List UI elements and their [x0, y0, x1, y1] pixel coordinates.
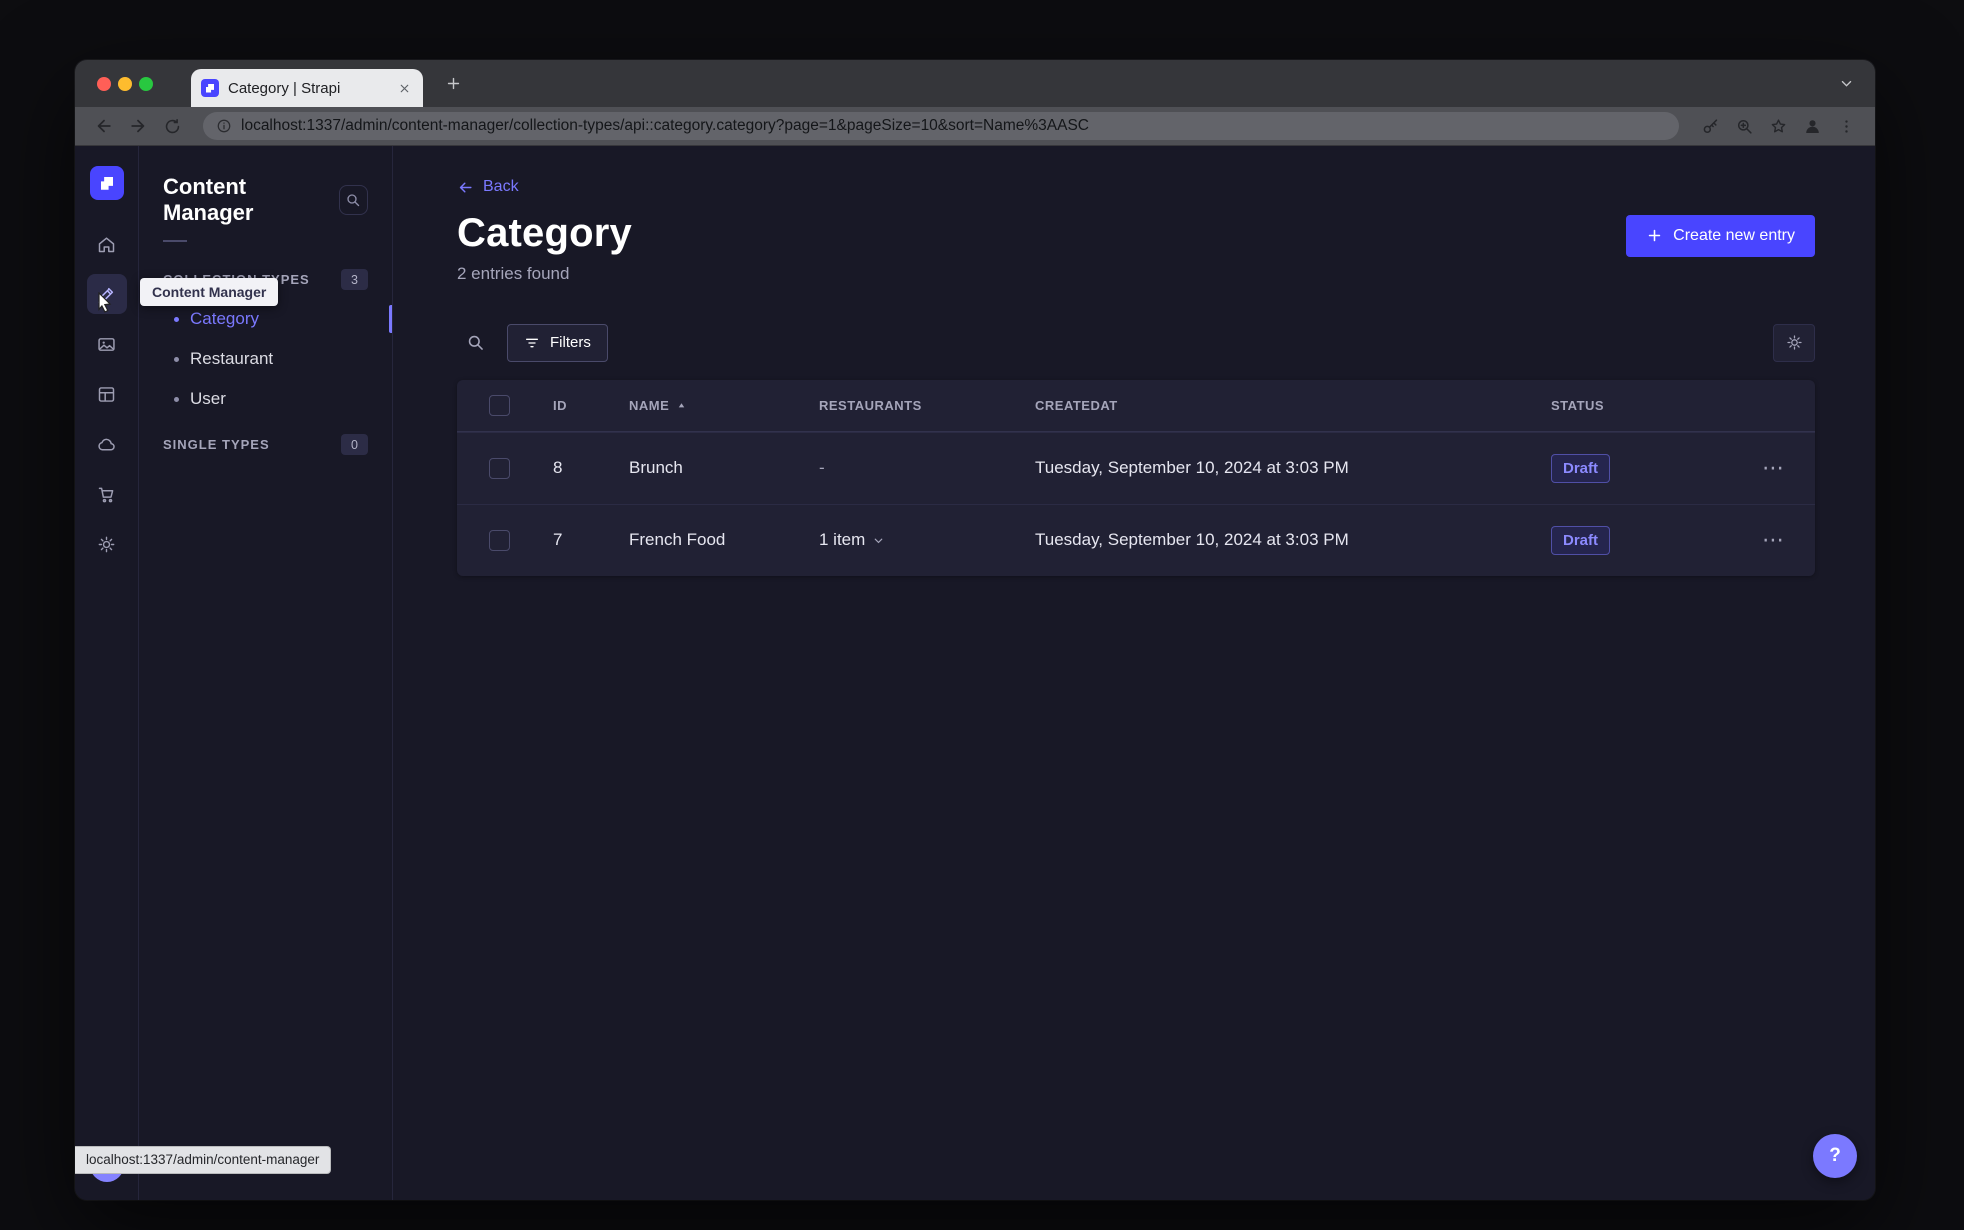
- cell-id: 8: [553, 458, 563, 477]
- url-text: localhost:1337/admin/content-manager/col…: [241, 117, 1089, 134]
- rail-item-home[interactable]: [87, 224, 127, 264]
- entries-count: 2 entries found: [457, 263, 570, 283]
- column-header-createdat[interactable]: CREATEDAT: [1035, 398, 1551, 413]
- url-bar[interactable]: localhost:1337/admin/content-manager/col…: [203, 112, 1679, 140]
- window-minimize-button[interactable]: [118, 76, 132, 91]
- back-link[interactable]: Back: [457, 178, 519, 196]
- bullet-icon: [174, 356, 179, 362]
- tab-close-icon[interactable]: [395, 79, 413, 97]
- cell-name: Brunch: [629, 458, 683, 477]
- row-checkbox[interactable]: [489, 457, 510, 479]
- table-header-row: ID NAME RESTAURANTS CREATEDAT STATUS: [457, 380, 1815, 432]
- chevron-down-icon: [874, 538, 883, 543]
- subnav-item-restaurant[interactable]: Restaurant: [139, 339, 392, 379]
- column-header-status[interactable]: STATUS: [1551, 398, 1755, 413]
- strapi-admin: KD Content Manager COLLECTION TYPES 3 Ca…: [75, 146, 1875, 1200]
- create-entry-label: Create new entry: [1673, 226, 1795, 244]
- divider: [163, 240, 187, 242]
- select-all-checkbox[interactable]: [489, 394, 510, 416]
- rail-item-marketplace-cart[interactable]: [87, 474, 127, 514]
- sort-asc-icon: [679, 402, 685, 407]
- entries-table: ID NAME RESTAURANTS CREATEDAT STATUS 8 B…: [457, 379, 1815, 576]
- traffic-lights: [75, 76, 167, 91]
- subnav-item-label: Restaurant: [190, 349, 274, 368]
- profile-icon[interactable]: [1799, 113, 1825, 139]
- section-label: SINGLE TYPES: [163, 437, 270, 452]
- subnav-title: Content Manager: [163, 174, 254, 225]
- cell-createdat: Tuesday, September 10, 2024 at 3:03 PM: [1035, 530, 1349, 549]
- site-info-icon[interactable]: [216, 118, 232, 134]
- window-close-button[interactable]: [97, 76, 111, 91]
- window-zoom-button[interactable]: [139, 76, 153, 91]
- reload-button[interactable]: [159, 113, 185, 139]
- tab-title: Category | Strapi: [228, 79, 341, 97]
- subnav-item-label: Category: [190, 309, 259, 328]
- forward-button[interactable]: [125, 113, 151, 139]
- column-header-name[interactable]: NAME: [629, 398, 819, 413]
- subnav-item-user[interactable]: User: [139, 379, 392, 419]
- strapi-favicon-icon: [201, 79, 219, 97]
- strapi-logo[interactable]: [89, 166, 124, 200]
- cell-id: 7: [553, 530, 563, 549]
- bullet-icon: [174, 316, 179, 322]
- table-settings-button[interactable]: [1773, 323, 1815, 362]
- page-title: Category: [457, 210, 632, 255]
- section-count-badge: 3: [341, 269, 368, 290]
- cell-createdat: Tuesday, September 10, 2024 at 3:03 PM: [1035, 458, 1349, 477]
- column-header-restaurants[interactable]: RESTAURANTS: [819, 398, 1035, 413]
- passwords-key-icon[interactable]: [1697, 113, 1723, 139]
- row-checkbox[interactable]: [489, 529, 510, 551]
- browser-toolbar: localhost:1337/admin/content-manager/col…: [75, 107, 1875, 146]
- cell-restaurants[interactable]: 1 item: [819, 530, 1035, 550]
- bullet-icon: [174, 396, 179, 402]
- status-badge: Draft: [1551, 525, 1611, 555]
- gear-icon: [1786, 335, 1802, 350]
- plus-icon: [1648, 229, 1661, 242]
- main-content: Back Category 2 entries found Create new…: [393, 146, 1875, 1200]
- cell-name: French Food: [629, 530, 726, 549]
- rail-item-content-type-builder[interactable]: [87, 374, 127, 414]
- section-count-badge: 0: [341, 434, 368, 455]
- tab-strip: Category | Strapi: [75, 60, 1875, 107]
- table-row[interactable]: 7 French Food 1 item Tuesday, September …: [457, 503, 1815, 576]
- rail-item-media-library[interactable]: [87, 324, 127, 364]
- browser-menu-kebab-icon[interactable]: [1833, 113, 1859, 139]
- create-entry-button[interactable]: Create new entry: [1626, 214, 1815, 257]
- zoom-icon[interactable]: [1731, 113, 1757, 139]
- status-link-preview: localhost:1337/admin/content-manager: [75, 1146, 332, 1174]
- section-single-types: SINGLE TYPES 0: [139, 425, 392, 464]
- filters-label: Filters: [550, 334, 591, 351]
- status-badge: Draft: [1551, 453, 1611, 483]
- bookmark-star-icon[interactable]: [1765, 113, 1791, 139]
- back-button[interactable]: [91, 113, 117, 139]
- rail-item-content-manager[interactable]: [86, 274, 127, 314]
- search-button[interactable]: [457, 325, 493, 361]
- browser-window: Category | Strapi localhost:1337/admin/c…: [75, 60, 1875, 1200]
- tooltip: Content Manager: [140, 278, 279, 306]
- nav-rail: KD: [75, 146, 139, 1200]
- filter-icon: [526, 338, 538, 347]
- search-icon: [468, 335, 483, 350]
- cell-restaurants: -: [819, 458, 825, 477]
- subnav-item-label: User: [190, 389, 226, 408]
- filters-button[interactable]: Filters: [507, 323, 608, 362]
- help-button[interactable]: ?: [1813, 1134, 1857, 1178]
- rail-item-deploy-cloud[interactable]: [87, 424, 127, 464]
- desktop: { "colors": { "primary": "#4945ff", "pri…: [0, 0, 1964, 1230]
- back-label: Back: [483, 178, 519, 195]
- new-tab-button[interactable]: [439, 70, 467, 98]
- browser-tab[interactable]: Category | Strapi: [191, 69, 423, 107]
- rail-item-settings[interactable]: [87, 524, 127, 564]
- column-header-id[interactable]: ID: [553, 398, 629, 413]
- tab-search-chevron-icon[interactable]: [1833, 71, 1859, 97]
- table-row[interactable]: 8 Brunch - Tuesday, September 10, 2024 a…: [457, 431, 1815, 504]
- subnav-search-button[interactable]: [338, 185, 368, 215]
